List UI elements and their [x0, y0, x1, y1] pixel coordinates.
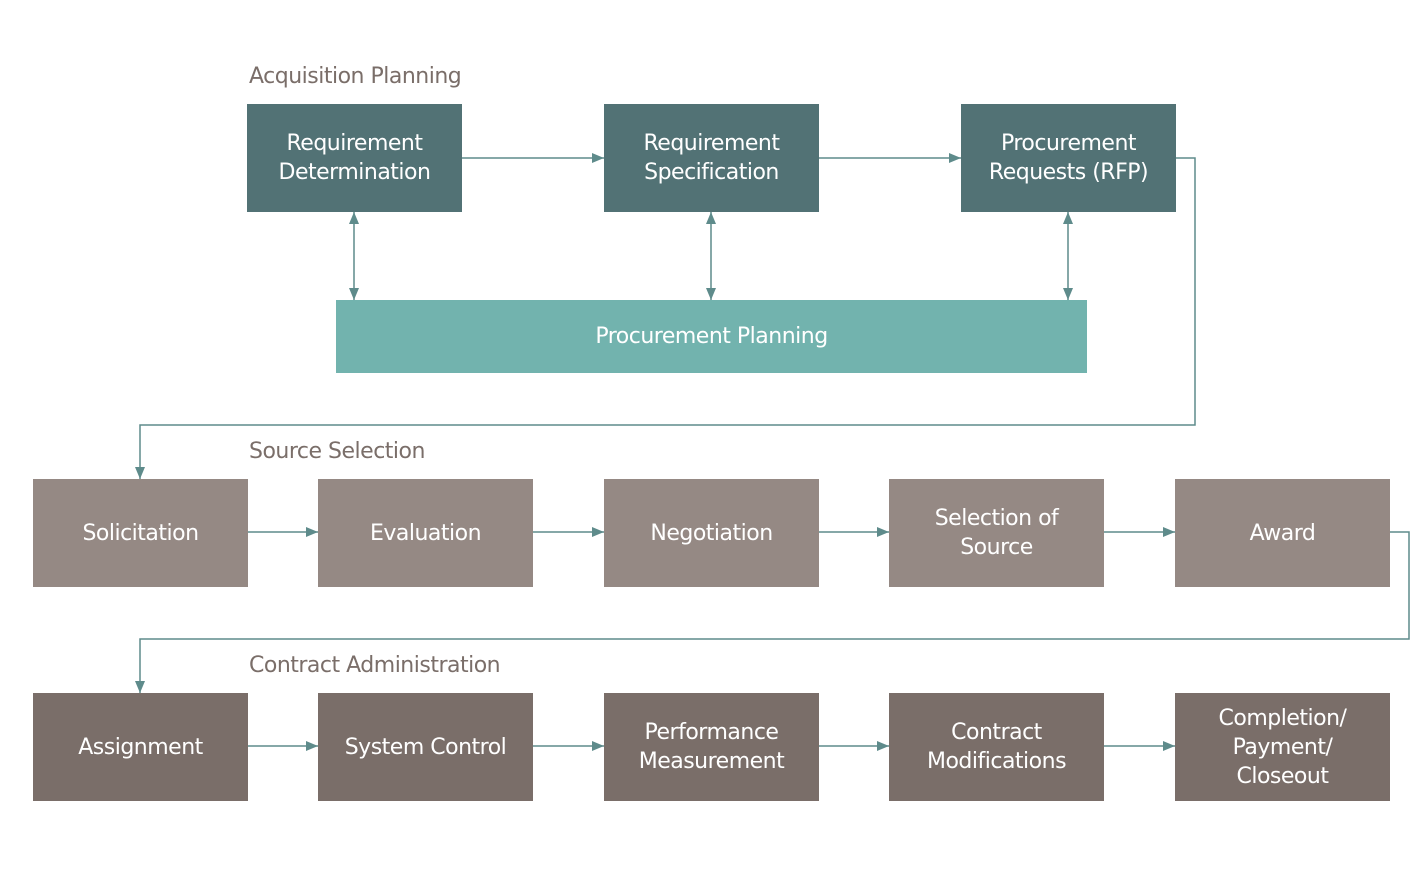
step-box: Award	[1175, 479, 1390, 587]
section-label: Source Selection	[249, 439, 425, 464]
step-box: Evaluation	[318, 479, 533, 587]
step-box: Selection of Source	[889, 479, 1104, 587]
procurement-planning-bar: Procurement Planning	[336, 300, 1087, 373]
step-box: Solicitation	[33, 479, 248, 587]
step-box: System Control	[318, 693, 533, 801]
step-box: Requirement Specification	[604, 104, 819, 212]
step-box: Procurement Requests (RFP)	[961, 104, 1176, 212]
step-box: Requirement Determination	[247, 104, 462, 212]
step-box: Completion/ Payment/ Closeout	[1175, 693, 1390, 801]
section-label: Contract Administration	[249, 653, 501, 678]
section-label: Acquisition Planning	[249, 64, 462, 89]
step-box: Assignment	[33, 693, 248, 801]
step-box: Negotiation	[604, 479, 819, 587]
step-box: Contract Modifications	[889, 693, 1104, 801]
step-box: Performance Measurement	[604, 693, 819, 801]
